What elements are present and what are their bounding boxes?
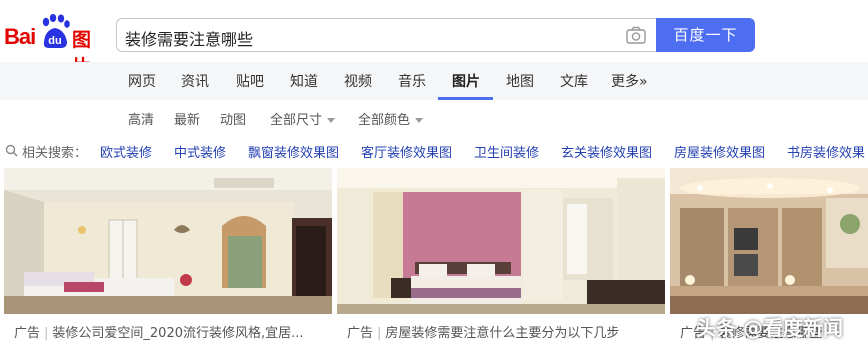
tab-tieba[interactable]: 贴吧 xyxy=(236,71,264,91)
chevron-down-icon xyxy=(327,118,336,123)
header: Bai du 图片 装修需要注意哪些 百度一下 xyxy=(0,0,868,78)
caption-separator: | xyxy=(44,326,49,341)
logo-du: du xyxy=(48,35,61,47)
watermark: 头条 @看度新闻 xyxy=(696,316,843,340)
result-caption[interactable]: 广告 | 装修公司爱空间_2020流行装修风格,宜居... xyxy=(14,322,304,341)
result-title[interactable]: 装修公司爱空间_2020流行装修风格,宜居... xyxy=(52,326,303,341)
related-link[interactable]: 玄关装修效果图 xyxy=(561,142,652,161)
search-icon xyxy=(5,144,18,157)
tab-map[interactable]: 地图 xyxy=(506,71,534,91)
filter-size-label: 全部尺寸 xyxy=(270,113,323,128)
related-link[interactable]: 客厅装修效果图 xyxy=(361,142,452,161)
related-link[interactable]: 飘窗装修效果图 xyxy=(248,142,339,161)
filter-latest[interactable]: 最新 xyxy=(174,109,200,128)
logo-bai: Bai xyxy=(4,24,36,49)
paw-icon: du xyxy=(42,14,70,48)
related-label: 相关搜索： xyxy=(22,146,88,161)
filter-color-label: 全部颜色 xyxy=(358,113,411,128)
ad-tag: 广告 xyxy=(347,326,374,341)
filter-gif[interactable]: 动图 xyxy=(220,109,246,128)
result-caption[interactable]: 广告 | 房屋装修需要注意什么主要分为以下几步 xyxy=(347,322,619,341)
tab-music[interactable]: 音乐 xyxy=(398,71,426,91)
chevron-down-icon xyxy=(415,118,424,123)
related-link[interactable]: 中式装修 xyxy=(174,142,226,161)
filter-size-dropdown[interactable]: 全部尺寸 xyxy=(270,109,336,128)
search-button[interactable]: 百度一下 xyxy=(656,18,755,52)
tab-more[interactable]: 更多» xyxy=(611,71,648,91)
nav-bar: 网页 资讯 贴吧 知道 视频 音乐 图片 地图 文库 更多» xyxy=(0,62,868,100)
filter-color-dropdown[interactable]: 全部颜色 xyxy=(358,109,424,128)
search-query-text[interactable]: 装修需要注意哪些 xyxy=(125,26,253,50)
tab-zhidao[interactable]: 知道 xyxy=(290,71,318,91)
tab-images[interactable]: 图片 xyxy=(452,71,480,91)
image-result-card[interactable]: 广告 | 装修公司爱空间_2020流行装修风格,宜居... xyxy=(4,168,332,347)
image-result-card[interactable]: 广告 | 房屋装修需要注意什么主要分为以下几步 xyxy=(337,168,665,347)
tab-wenku[interactable]: 文库 xyxy=(560,71,588,91)
result-image-bedroom[interactable] xyxy=(4,168,332,314)
ad-tag: 广告 xyxy=(14,326,41,341)
related-searches: 相关搜索： 欧式装修 中式装修 飘窗装修效果图 客厅装修效果图 卫生间装修 玄关… xyxy=(0,138,868,164)
caption-separator: | xyxy=(377,326,382,341)
result-image-kitchen[interactable] xyxy=(670,168,868,314)
tab-web[interactable]: 网页 xyxy=(128,71,156,91)
related-link[interactable]: 欧式装修 xyxy=(100,142,152,161)
camera-icon[interactable] xyxy=(626,26,646,44)
related-link[interactable]: 书房装修效果 xyxy=(787,142,865,161)
tab-news[interactable]: 资讯 xyxy=(181,71,209,91)
result-title[interactable]: 房屋装修需要注意什么主要分为以下几步 xyxy=(385,326,619,341)
baidu-logo[interactable]: Bai du 图片 xyxy=(4,14,109,78)
related-link[interactable]: 卫生间装修 xyxy=(474,142,539,161)
search-input[interactable]: 装修需要注意哪些 xyxy=(116,18,656,52)
tab-video[interactable]: 视频 xyxy=(344,71,372,91)
related-link[interactable]: 房屋装修效果图 xyxy=(674,142,765,161)
filter-hd[interactable]: 高清 xyxy=(128,109,154,128)
result-image-master-bedroom[interactable] xyxy=(337,168,665,314)
filter-bar: 高清 最新 动图 全部尺寸 全部颜色 xyxy=(0,100,868,134)
